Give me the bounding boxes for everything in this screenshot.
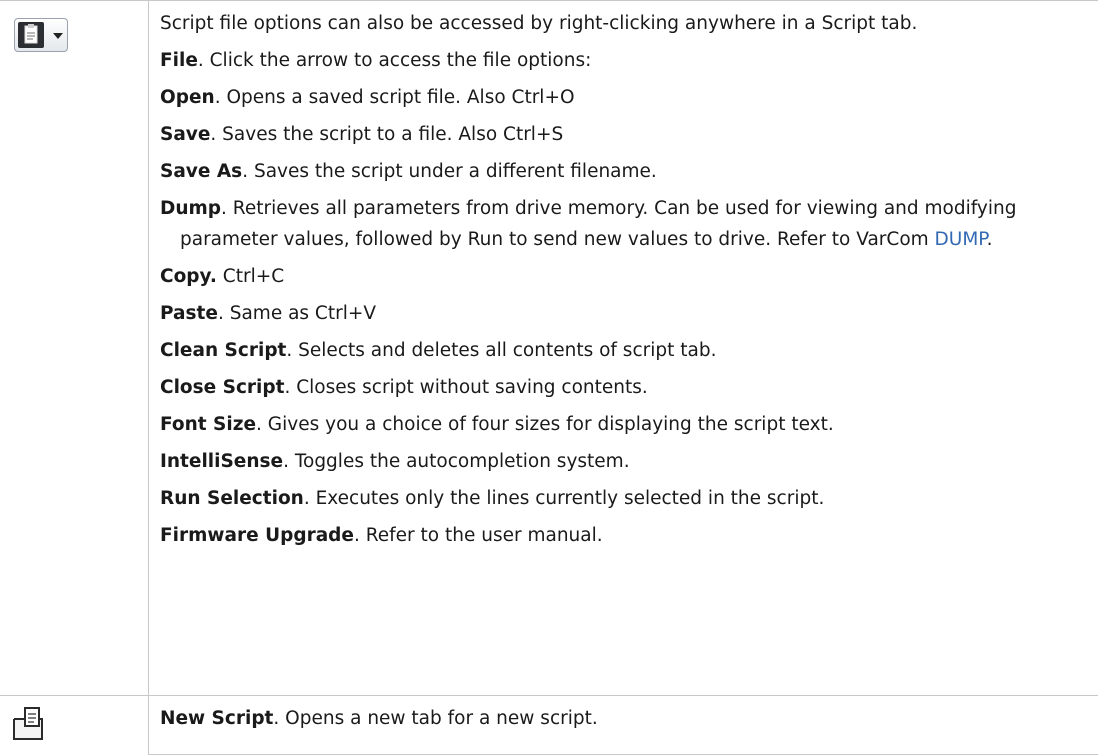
term-description: . Selects and deletes all contents of sc… [286, 340, 716, 361]
term-description: Script file options can also be accessed… [160, 13, 917, 34]
description-paragraph: Font Size. Gives you a choice of four si… [160, 409, 1086, 440]
chevron-down-icon [53, 33, 63, 39]
term-description: . Opens a new tab for a new script. [273, 708, 597, 729]
term-description: . Opens a saved script file. Also Ctrl+O [215, 87, 575, 108]
description-paragraph: Clean Script. Selects and deletes all co… [160, 335, 1086, 366]
new-script-icon [12, 705, 46, 741]
term-description: . Refer to the user manual. [354, 525, 603, 546]
term-label: New Script [160, 708, 273, 729]
description-paragraph: Dump. Retrieves all parameters from driv… [160, 193, 1086, 255]
description-text: New Script. Opens a new tab for a new sc… [149, 696, 1098, 734]
term-description-end: . [987, 229, 993, 250]
term-description: . Executes only the lines currently sele… [304, 488, 825, 509]
term-description: . Retrieves all parameters from drive me… [180, 198, 1016, 250]
icon-cell [0, 1, 149, 696]
description-paragraph: Save As. Saves the script under a differ… [160, 156, 1086, 187]
term-description: . Toggles the autocompletion system. [283, 451, 630, 472]
term-label: IntelliSense [160, 451, 283, 472]
table-row: Script file options can also be accessed… [0, 1, 1098, 696]
description-paragraph: Script file options can also be accessed… [160, 8, 1086, 39]
document-icon [18, 22, 44, 48]
term-label: Copy. [160, 266, 217, 287]
term-label: Close Script [160, 377, 284, 398]
term-label: Run Selection [160, 488, 304, 509]
term-label: Save [160, 124, 210, 145]
description-paragraph: Copy. Ctrl+C [160, 261, 1086, 292]
term-label: Firmware Upgrade [160, 525, 354, 546]
description-cell: New Script. Opens a new tab for a new sc… [149, 696, 1098, 755]
description-paragraph: Save. Saves the script to a file. Also C… [160, 119, 1086, 150]
help-table: Script file options can also be accessed… [0, 0, 1098, 755]
term-label: Font Size [160, 414, 256, 435]
description-paragraph: Paste. Same as Ctrl+V [160, 298, 1086, 329]
description-paragraph: Close Script. Closes script without savi… [160, 372, 1086, 403]
term-label: Save As [160, 161, 242, 182]
script-file-menu-icon [14, 18, 68, 52]
description-text: Script file options can also be accessed… [149, 1, 1098, 551]
term-label: File [160, 50, 198, 71]
term-description: Ctrl+C [217, 266, 284, 287]
term-description: . Same as Ctrl+V [218, 303, 376, 324]
description-cell: Script file options can also be accessed… [149, 1, 1098, 696]
description-paragraph: Firmware Upgrade. Refer to the user manu… [160, 520, 1086, 551]
table-row: New Script. Opens a new tab for a new sc… [0, 696, 1098, 755]
term-description: . Saves the script to a file. Also Ctrl+… [210, 124, 563, 145]
term-description: . Closes script without saving contents. [284, 377, 647, 398]
description-paragraph: New Script. Opens a new tab for a new sc… [160, 703, 1086, 734]
term-label: Dump [160, 198, 221, 219]
term-label: Paste [160, 303, 218, 324]
term-label: Clean Script [160, 340, 286, 361]
term-label: Open [160, 87, 215, 108]
icon-cell [0, 696, 149, 755]
description-paragraph: Run Selection. Executes only the lines c… [160, 483, 1086, 514]
term-description: . Gives you a choice of four sizes for d… [256, 414, 834, 435]
description-paragraph: Open. Opens a saved script file. Also Ct… [160, 82, 1086, 113]
term-description: . Click the arrow to access the file opt… [198, 50, 591, 71]
dump-link[interactable]: DUMP [935, 229, 987, 250]
term-description: . Saves the script under a different fil… [242, 161, 657, 182]
description-paragraph: IntelliSense. Toggles the autocompletion… [160, 446, 1086, 477]
description-paragraph: File. Click the arrow to access the file… [160, 45, 1086, 76]
